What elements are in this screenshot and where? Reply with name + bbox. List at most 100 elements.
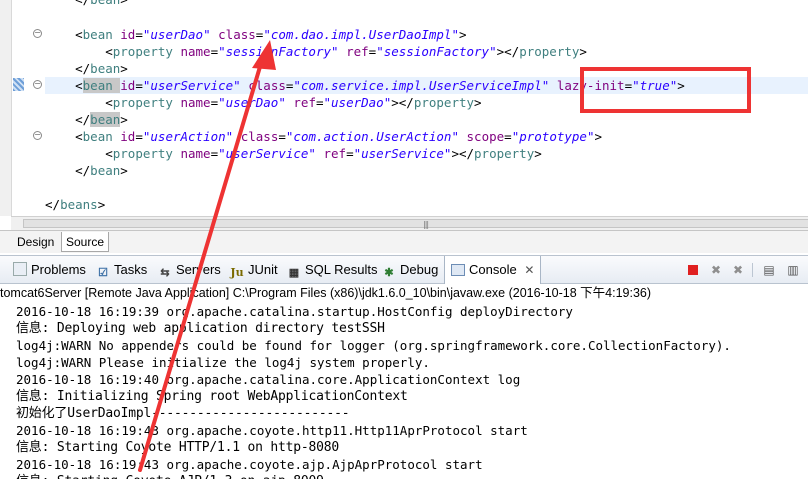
code-line[interactable]: </bean>	[45, 111, 128, 128]
tab-junit[interactable]: Ju JUnit	[230, 256, 277, 284]
code-token: >	[120, 112, 128, 127]
junit-icon: Ju	[230, 266, 244, 279]
code-token: bean	[82, 78, 121, 93]
code-token: property	[413, 95, 475, 110]
code-token: =	[210, 146, 219, 161]
code-line[interactable]: <property name="userDao" ref="userDao"><…	[45, 94, 482, 111]
code-token: >	[579, 44, 587, 59]
tab-debug-label: Debug	[400, 262, 439, 277]
code-token: </	[75, 112, 91, 127]
terminate-icon[interactable]	[686, 263, 700, 277]
tab-source[interactable]: Source	[61, 232, 110, 252]
code-token: class	[218, 27, 256, 42]
code-token: scope	[466, 129, 505, 144]
tab-sql-results[interactable]: ▦ SQL Results	[287, 256, 378, 284]
code-token: beans	[60, 197, 98, 212]
tab-problems[interactable]: Problems	[13, 256, 86, 284]
code-token: "userDao"	[142, 27, 211, 42]
code-token: property	[112, 146, 181, 161]
tab-servers[interactable]: ⇆ Servers	[158, 256, 220, 284]
display-console-icon[interactable]: ▥	[786, 263, 800, 277]
code-token: name	[180, 44, 211, 59]
tasks-icon: ☑	[98, 267, 108, 279]
code-line[interactable]: <property name="userService" ref="userSe…	[45, 145, 542, 162]
code-token: </	[75, 163, 91, 178]
code-line[interactable]: </bean>	[45, 60, 128, 77]
code-token: bean	[82, 27, 121, 42]
code-token: property	[112, 44, 181, 59]
pin-console-icon[interactable]: ▤	[762, 263, 776, 277]
code-token: bean	[90, 61, 121, 76]
tab-tasks[interactable]: ☑ Tasks	[96, 256, 147, 284]
tab-tasks-label: Tasks	[114, 262, 148, 277]
tab-problems-label: Problems	[31, 262, 86, 277]
fold-icon[interactable]: −	[33, 131, 42, 140]
code-token: =	[278, 129, 286, 144]
code-token: "sessionFactory"	[376, 44, 497, 59]
code-token: ref	[323, 146, 347, 161]
code-token: property	[519, 44, 580, 59]
code-token: >	[120, 0, 128, 7]
editor-horizontal-scrollbar[interactable]: |||	[11, 216, 808, 231]
code-token: >	[534, 146, 542, 161]
code-token: id	[120, 129, 136, 144]
tab-console[interactable]: Console ✕	[444, 256, 542, 284]
code-line[interactable]: <property name="sessionFactory" ref="ses…	[45, 43, 587, 60]
code-token: "userDao"	[218, 95, 286, 110]
console-line: 2016-10-18 16:19:40 org.apache.catalina.…	[16, 372, 521, 387]
code-line[interactable]: <bean id="userAction" class="com.action.…	[45, 128, 602, 145]
code-token: "userAction"	[142, 129, 234, 144]
tab-design[interactable]: Design	[13, 232, 58, 252]
code-token: "com.service.impl.UserServiceImpl"	[293, 78, 550, 93]
code-token: =	[210, 44, 219, 59]
editor-mode-tabs: Design Source	[0, 230, 808, 253]
remove-all-icon[interactable]: ✖	[731, 263, 745, 277]
debug-icon: ✱	[384, 267, 394, 279]
code-token: bean	[90, 0, 120, 7]
console-output[interactable]: 2016-10-18 16:19:39 org.apache.catalina.…	[0, 302, 808, 479]
code-token: id	[120, 27, 136, 42]
code-token: =	[504, 129, 512, 144]
scrollbar-thumb[interactable]	[23, 219, 808, 228]
code-line[interactable]: </bean>	[45, 162, 128, 179]
remove-launch-icon[interactable]: ✖	[709, 263, 723, 277]
code-token: =	[135, 78, 143, 93]
code-token: class	[240, 129, 279, 144]
code-token: "com.dao.impl.UserDaoImpl"	[263, 27, 459, 42]
console-line: 2016-10-18 16:19:43 org.apache.coyote.ht…	[16, 423, 528, 438]
code-token: ></	[391, 95, 414, 110]
code-token: ref	[293, 95, 316, 110]
code-token: >	[474, 95, 482, 110]
code-token: ref	[346, 44, 369, 59]
console-line: log4j:WARN Please initialize the log4j s…	[16, 355, 430, 370]
code-line[interactable]: </beans>	[45, 196, 105, 213]
code-token: ></	[496, 44, 520, 59]
close-icon[interactable]: ✕	[524, 263, 534, 277]
code-token: >	[594, 129, 603, 144]
code-token: >	[120, 61, 128, 76]
code-line[interactable]: </bean>	[45, 0, 128, 8]
fold-icon[interactable]: −	[33, 29, 42, 38]
fold-icon[interactable]: −	[33, 80, 42, 89]
code-line[interactable]: <bean id="userDao" class="com.dao.impl.U…	[45, 26, 467, 43]
tab-debug[interactable]: ✱ Debug	[382, 256, 438, 284]
servers-icon: ⇆	[160, 267, 170, 279]
console-line: 信息: Initializing Spring root WebApplicat…	[16, 389, 408, 404]
code-token: "userService"	[218, 146, 316, 161]
code-token: <	[105, 44, 113, 59]
console-line: 初始化了UserDaoImpl-------------------------…	[16, 406, 350, 421]
code-token: "userDao"	[323, 95, 392, 110]
code-token: >	[458, 27, 467, 42]
code-token: <	[75, 78, 83, 93]
